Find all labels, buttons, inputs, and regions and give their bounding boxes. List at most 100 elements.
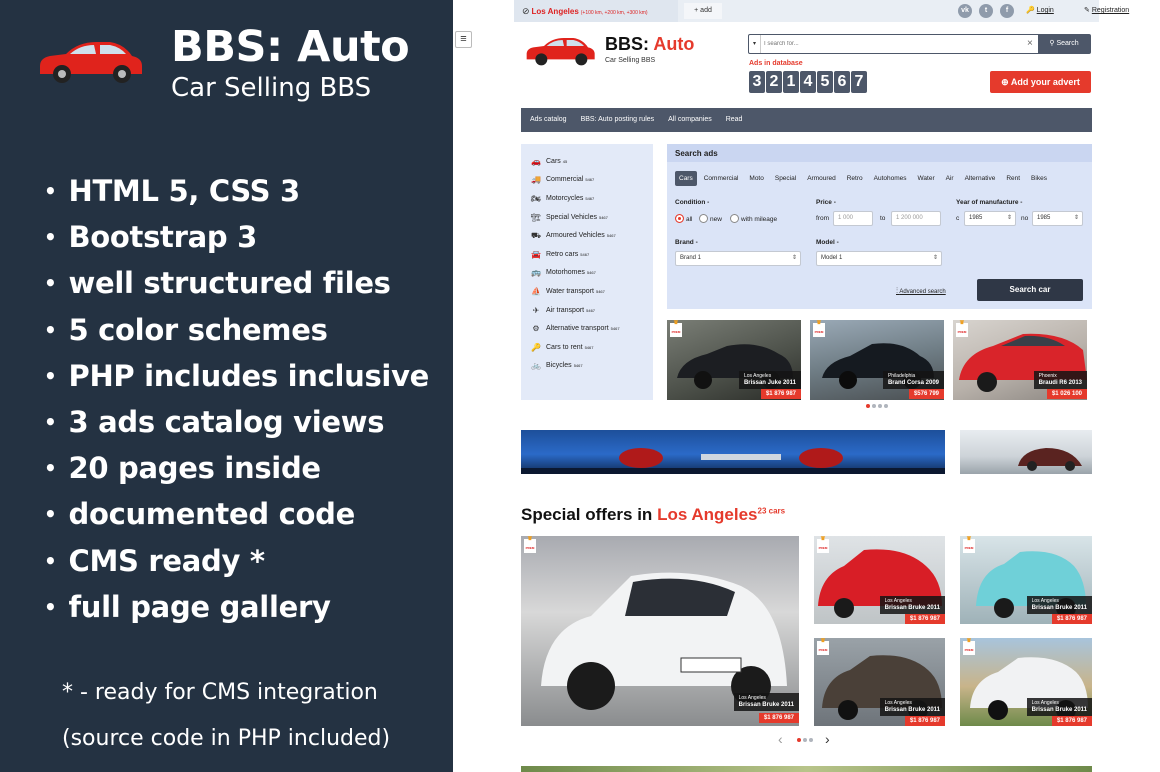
- location-selector[interactable]: ⊘ Los Angeles (+100 km, +200 km, +300 km…: [514, 0, 678, 22]
- featured-car-2[interactable]: PREM PhiladelphiaBrand Corsa 2009 $576 7…: [810, 320, 944, 400]
- carousel-dot[interactable]: [872, 404, 876, 408]
- category-item[interactable]: 🚌 Motorhomes 5467: [530, 264, 653, 283]
- search-input[interactable]: [764, 37, 1014, 51]
- car-price: $1 876 987: [758, 713, 799, 723]
- feature-item: • documented code: [44, 497, 355, 532]
- category-item[interactable]: 🚘 Retro cars 5467: [530, 245, 653, 264]
- advanced-search-link[interactable]: ⫶ Advanced search: [896, 286, 946, 296]
- search-button[interactable]: ⚲ Search: [1038, 35, 1090, 53]
- site-car-logo-icon: [526, 38, 595, 66]
- tab-special[interactable]: Special: [771, 171, 800, 186]
- category-item[interactable]: 🚲 Bicycles 5467: [530, 357, 653, 376]
- premium-badge: PREM: [963, 638, 975, 655]
- site-search: ▾ × ⚲ Search: [748, 34, 1091, 54]
- tab-bikes[interactable]: Bikes: [1027, 171, 1051, 186]
- model-label: Model -: [816, 239, 839, 246]
- category-label: Alternative transport: [546, 325, 609, 333]
- registration-link[interactable]: ✎ Registration: [1084, 0, 1160, 22]
- search-category-dropdown[interactable]: ▾: [749, 35, 761, 53]
- close-icon[interactable]: ×: [1027, 35, 1033, 53]
- condition-new[interactable]: new: [699, 214, 722, 223]
- special-car-big[interactable]: PREM Los AngelesBrissan Bruke 2011 $1 87…: [521, 536, 799, 726]
- sliders-icon: ⫶: [896, 286, 898, 295]
- category-item[interactable]: 🚗 Cars 45: [530, 152, 653, 171]
- year-from-select[interactable]: 1985: [964, 211, 1016, 226]
- category-label: Bicycles: [546, 362, 572, 370]
- chevron-right-icon[interactable]: ›: [825, 731, 830, 747]
- search-ads-panel: Search ads Cars Commercial Moto Special Armo…: [667, 144, 1092, 309]
- source-note: (source code in PHP included): [62, 726, 391, 751]
- nav-all-companies[interactable]: All companies: [668, 108, 712, 132]
- category-item[interactable]: 🔑 Cars to rent 5467: [530, 338, 653, 357]
- site-name[interactable]: BBS: Auto: [605, 34, 694, 55]
- tab-cars[interactable]: Cars: [675, 171, 697, 186]
- nav-ads-catalog[interactable]: Ads catalog: [530, 108, 567, 132]
- counter-digit: 1: [783, 71, 799, 93]
- special-car-3[interactable]: PREM Los AngelesBrissan Bruke 2011 $1 87…: [814, 638, 945, 726]
- tab-moto[interactable]: Moto: [745, 171, 767, 186]
- from-label: from: [816, 215, 829, 222]
- cms-note: * - ready for CMS integration: [62, 680, 378, 705]
- ads-counter: 3 2 1 4 5 6 7: [749, 71, 867, 93]
- price-from-input[interactable]: 1 000: [833, 211, 873, 226]
- car-caption: Phoenix Braudi R6 2013: [1033, 371, 1087, 389]
- site-preview: ⊘ Los Angeles (+100 km, +200 km, +300 km…: [453, 0, 1160, 772]
- tab-water[interactable]: Water: [914, 171, 939, 186]
- chevron-left-icon[interactable]: ‹: [778, 731, 783, 747]
- featured-car-1[interactable]: PREM Los AngelesBrissan Juke 2011 $1 876…: [667, 320, 801, 400]
- counter-digit: 2: [766, 71, 782, 93]
- banner-blue-car[interactable]: [521, 430, 945, 474]
- category-item[interactable]: ✈ Air transport 5467: [530, 301, 653, 320]
- search-car-button[interactable]: Search car: [977, 279, 1083, 301]
- carousel-dot[interactable]: [809, 738, 813, 742]
- tab-rent[interactable]: Rent: [1002, 171, 1024, 186]
- category-count: 5467: [586, 270, 596, 276]
- carousel-dot[interactable]: [797, 738, 801, 742]
- banner-snow-car[interactable]: [960, 430, 1092, 474]
- special-car-2[interactable]: PREM Los AngelesBrissan Bruke 2011 $1 87…: [960, 536, 1092, 624]
- special-car-1[interactable]: PREM Los AngelesBrissan Bruke 2011 $1 87…: [814, 536, 945, 624]
- car-icon: 🚗: [531, 156, 541, 166]
- car-price: $1 876 987: [1051, 614, 1092, 624]
- carousel-dot[interactable]: [884, 404, 888, 408]
- condition-all[interactable]: all: [675, 214, 693, 223]
- hamburger-menu-icon[interactable]: ≡: [455, 31, 472, 48]
- tab-air[interactable]: Air: [942, 171, 958, 186]
- nav-posting-rules[interactable]: BBS: Auto posting rules: [581, 108, 655, 132]
- brand-select[interactable]: Brand 1: [675, 251, 801, 266]
- carousel-dot[interactable]: [866, 404, 870, 408]
- year-c-label: c: [956, 215, 960, 222]
- model-select[interactable]: Model 1: [816, 251, 942, 266]
- main-nav: Ads catalog BBS: Auto posting rules All …: [521, 108, 1092, 132]
- feature-list: • HTML 5, CSS 3 • Bootstrap 3 • well struct…: [44, 171, 429, 633]
- facebook-icon[interactable]: f: [1000, 4, 1014, 18]
- special-car-4[interactable]: PREM Los AngelesBrissan Bruke 2011 $1 87…: [960, 638, 1092, 726]
- car-price: $1 026 100: [1046, 389, 1087, 399]
- price-to-input[interactable]: 1 200 000: [891, 211, 941, 226]
- add-location-button[interactable]: + add: [684, 3, 722, 19]
- tab-commercial[interactable]: Commercial: [700, 171, 743, 186]
- condition-mileage[interactable]: with mileage: [730, 214, 777, 223]
- login-link[interactable]: 🔑 Login: [1026, 0, 1078, 22]
- category-label: Commercial: [546, 176, 584, 184]
- twitter-icon[interactable]: t: [979, 4, 993, 18]
- category-item[interactable]: ⛵ Water transport 5467: [530, 282, 653, 301]
- featured-car-3[interactable]: PREM PhoenixBraudi R6 2013 $1 026 100: [953, 320, 1087, 400]
- tab-alternative[interactable]: Alternative: [961, 171, 1000, 186]
- add-advert-button[interactable]: ⊕ Add your advert: [990, 71, 1091, 93]
- boat-icon: ⛵: [531, 286, 541, 296]
- car-price: $1 876 987: [760, 389, 801, 399]
- category-item[interactable]: 🏍 Motorcycles 5467: [530, 189, 653, 208]
- vk-icon[interactable]: vk: [958, 4, 972, 18]
- tab-autohomes[interactable]: Autohomes: [870, 171, 911, 186]
- category-item[interactable]: 🏗 Special Vehicles 5467: [530, 208, 653, 227]
- category-item[interactable]: ⛟ Armoured Vehicles 5467: [530, 226, 653, 245]
- carousel-dot[interactable]: [803, 738, 807, 742]
- nav-read[interactable]: Read: [726, 108, 743, 132]
- tab-retro[interactable]: Retro: [843, 171, 867, 186]
- category-item[interactable]: ⚙ Alternative transport 5467: [530, 319, 653, 338]
- tab-armoured[interactable]: Armoured: [803, 171, 840, 186]
- year-to-select[interactable]: 1985: [1032, 211, 1083, 226]
- category-item[interactable]: 🚚 Commercial 5467: [530, 171, 653, 190]
- carousel-dot[interactable]: [878, 404, 882, 408]
